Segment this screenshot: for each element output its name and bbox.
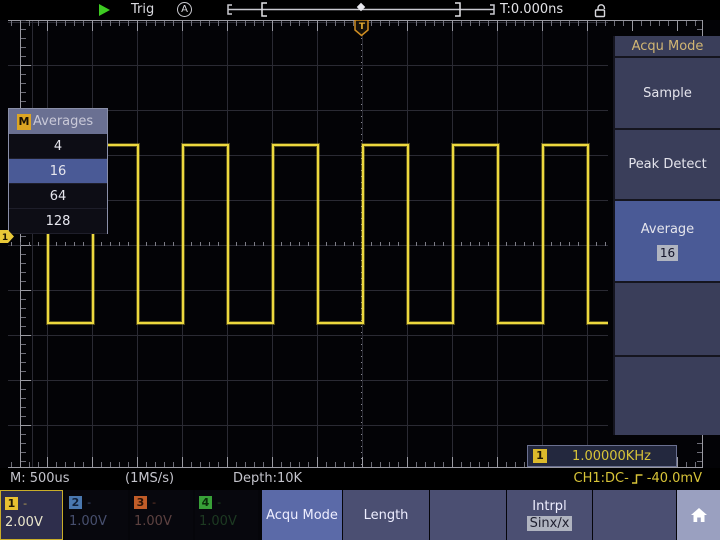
- intrpl-menu-button[interactable]: Intrpl Sinx/x: [507, 490, 592, 540]
- menu-blank-1[interactable]: [430, 490, 506, 540]
- trigger-source-coupling: CH1:DC-: [574, 471, 629, 486]
- intrpl-value: Sinx/x: [527, 516, 573, 531]
- trigger-position-line: [361, 20, 362, 468]
- rising-edge-icon: [631, 472, 645, 486]
- acqu-mode-panel: Acqu Mode Sample Peak Detect Average 16: [613, 36, 720, 435]
- average-button-label: Average: [641, 222, 694, 237]
- channel1-position-marker[interactable]: 1: [0, 230, 15, 243]
- averages-option-4[interactable]: 4: [9, 134, 107, 159]
- trigger-time-readout: T:0.000ns: [500, 2, 563, 17]
- home-icon: [690, 507, 708, 523]
- channel2-coupling: -: [87, 496, 91, 509]
- auto-trigger-icon: A: [177, 2, 192, 17]
- channel3-coupling: -: [152, 496, 156, 509]
- channel2-badge: 2: [69, 496, 82, 509]
- averages-option-64[interactable]: 64: [9, 184, 107, 209]
- freq-channel-badge: 1: [533, 449, 547, 463]
- frequency-counter: 1 1.00000KHz: [527, 445, 677, 467]
- averages-option-128[interactable]: 128: [9, 209, 107, 234]
- sample-rate-readout: (1MS/s): [125, 471, 174, 486]
- freq-value: 1.00000KHz: [547, 449, 676, 464]
- channel1-badge: 1: [5, 497, 18, 510]
- menu-blank-2[interactable]: [593, 490, 676, 540]
- trigger-time-marker[interactable]: T: [354, 19, 370, 37]
- svg-text:1: 1: [2, 233, 8, 243]
- average-value[interactable]: 16: [657, 245, 678, 261]
- peak-detect-button-label: Peak Detect: [628, 157, 706, 172]
- trigger-level-value: -40.0mV: [647, 471, 702, 486]
- averages-option-16[interactable]: 16: [9, 159, 107, 184]
- soft-menu-blank-2[interactable]: [615, 357, 720, 435]
- run-status-icon: [99, 4, 110, 16]
- peak-detect-button[interactable]: Peak Detect: [615, 130, 720, 201]
- acqu-mode-menu-label: Acqu Mode: [266, 508, 338, 523]
- unlock-icon[interactable]: [594, 3, 609, 18]
- average-button[interactable]: Average 16: [615, 201, 720, 283]
- channel3-badge: 3: [134, 496, 147, 509]
- channel3-scale: 1.00V: [134, 514, 193, 529]
- channel3-button[interactable]: 3 - 1.00V: [130, 490, 193, 540]
- soft-menu-blank-1[interactable]: [615, 283, 720, 357]
- sample-button-label: Sample: [643, 86, 692, 101]
- home-button[interactable]: [677, 490, 720, 540]
- trigger-settings-readout: CH1:DC- -40.0mV: [574, 471, 703, 486]
- trig-label: Trig: [131, 2, 154, 17]
- channel1-scale: 2.00V: [5, 515, 62, 530]
- channel4-scale: 1.00V: [199, 514, 258, 529]
- averages-popup-header: M Averages: [9, 109, 107, 134]
- acqu-mode-panel-title: Acqu Mode: [615, 36, 720, 58]
- length-menu-button[interactable]: Length: [343, 490, 429, 540]
- averages-popup-title: Averages: [33, 114, 93, 129]
- depth-readout: Depth:10K: [233, 471, 302, 486]
- channel4-coupling: -: [217, 496, 221, 509]
- m-knob-icon: M: [17, 114, 31, 130]
- timebase-readout: M: 500us: [10, 471, 70, 486]
- oscilloscope-screen: T 1 Trig A T:0.000ns M Averages 4 16: [0, 0, 720, 540]
- channel1-coupling: -: [23, 497, 27, 510]
- acqu-mode-menu-button[interactable]: Acqu Mode: [262, 490, 342, 540]
- channel4-badge: 4: [199, 496, 212, 509]
- channel4-button[interactable]: 4 - 1.00V: [195, 490, 258, 540]
- bottom-menu-bar: 1 - 2.00V 2 - 1.00V 3 - 1.00V 4 - 1.00V …: [0, 490, 720, 540]
- memory-position-bar: [227, 2, 495, 18]
- top-status-bar: Trig A T:0.000ns: [0, 0, 720, 20]
- svg-text:T: T: [359, 22, 366, 32]
- center-horizontal-ruler: [8, 240, 608, 248]
- channel2-scale: 1.00V: [69, 514, 128, 529]
- averages-popup: M Averages 4 16 64 128: [8, 108, 108, 234]
- sample-button[interactable]: Sample: [615, 58, 720, 130]
- channel2-button[interactable]: 2 - 1.00V: [65, 490, 128, 540]
- channel1-button[interactable]: 1 - 2.00V: [0, 490, 63, 540]
- length-menu-label: Length: [364, 508, 409, 523]
- intrpl-menu-label: Intrpl: [532, 499, 566, 514]
